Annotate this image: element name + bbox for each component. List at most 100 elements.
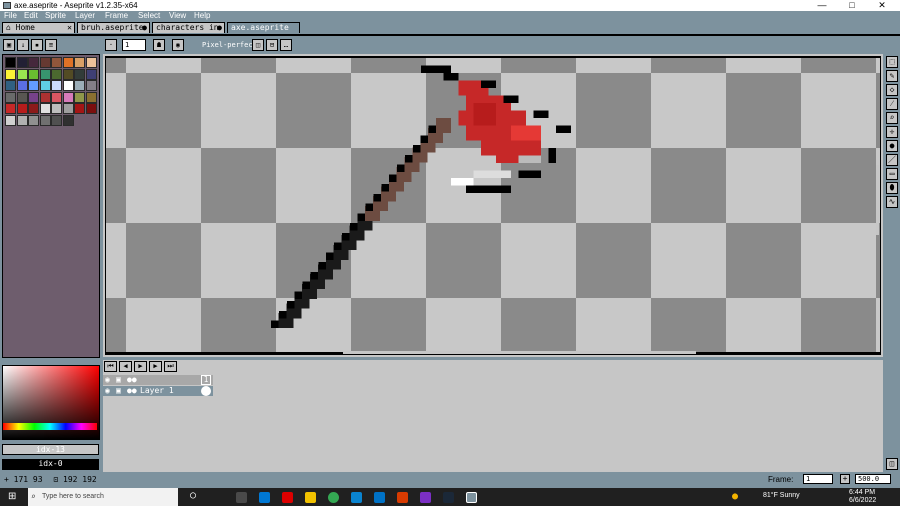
play-icon[interactable]: ▶ xyxy=(134,361,147,372)
menu-file[interactable]: File xyxy=(4,11,17,21)
palette-swatch[interactable] xyxy=(74,68,85,80)
menu-view[interactable]: View xyxy=(169,11,186,21)
palette-swatch[interactable] xyxy=(51,57,62,68)
opacity-icon[interactable]: ◉ xyxy=(172,39,184,51)
palette-swatch[interactable] xyxy=(28,68,39,80)
menu-help[interactable]: Help xyxy=(194,11,210,21)
palette-swatch[interactable] xyxy=(5,114,16,126)
menu-edit[interactable]: Edit xyxy=(24,11,38,21)
weather-text[interactable]: 81°F Sunny xyxy=(763,492,800,499)
tab-characters[interactable]: characters in s ● xyxy=(152,22,225,33)
palette-swatch[interactable] xyxy=(85,91,97,103)
next-frame-icon[interactable]: ▶ xyxy=(149,361,162,372)
layer-name[interactable]: Layer 1 xyxy=(140,386,174,396)
search-input[interactable]: Type here to search xyxy=(42,493,104,500)
tab-modified-icon[interactable]: ● xyxy=(142,23,147,33)
brush-size-input[interactable]: 1 xyxy=(122,39,146,51)
palette-swatch[interactable] xyxy=(62,80,74,91)
palette-swatch[interactable] xyxy=(74,57,85,68)
palette-swatch[interactable] xyxy=(51,91,62,103)
palette-options-icon[interactable]: ≡ xyxy=(45,39,57,51)
steam-icon[interactable] xyxy=(443,492,454,503)
windows-start-icon[interactable]: ⊞ xyxy=(8,491,16,502)
continuous-icon[interactable]: ●● xyxy=(127,386,137,396)
office-icon[interactable] xyxy=(397,492,408,503)
menu-sprite[interactable]: Sprite xyxy=(45,11,66,21)
palette-swatch[interactable] xyxy=(28,103,39,114)
palette-swatch[interactable] xyxy=(5,103,16,114)
pencil-tool-icon[interactable]: ✎ xyxy=(886,70,898,82)
palette-swatch[interactable] xyxy=(28,114,39,126)
palette-swatch[interactable] xyxy=(28,80,39,91)
layer-row[interactable]: ◉ ▣ ●● Layer 1 xyxy=(103,386,213,396)
foreground-color-button[interactable]: idx-13 xyxy=(2,444,99,455)
more-options-icon[interactable]: … xyxy=(280,39,292,51)
palette-swatch[interactable] xyxy=(39,57,51,68)
vertical-scrollbar[interactable] xyxy=(876,165,879,235)
aseprite-taskbar-icon[interactable] xyxy=(466,492,477,503)
ink-type-icon[interactable]: ☗ xyxy=(153,39,165,51)
palette-swatch[interactable] xyxy=(39,68,51,80)
palette-swatch[interactable] xyxy=(16,80,28,91)
brush-type-icon[interactable]: · xyxy=(105,39,117,51)
onion-skin-icon[interactable]: ●● xyxy=(127,375,137,385)
clock-time[interactable]: 6:44 PM xyxy=(849,489,875,496)
palette-swatch[interactable] xyxy=(5,91,16,103)
contour-tool-icon[interactable]: ⬮ xyxy=(886,182,898,194)
menu-select[interactable]: Select xyxy=(138,11,160,21)
pixel-perfect-label[interactable]: Pixel-perfect xyxy=(202,41,257,49)
palette-swatch[interactable] xyxy=(5,57,16,68)
palette-swatch[interactable] xyxy=(62,68,74,80)
lock-icon[interactable]: ▣ xyxy=(116,386,121,396)
background-color-button[interactable]: idx-0 xyxy=(2,459,99,470)
blur-tool-icon[interactable]: ∿ xyxy=(886,196,898,208)
close-window-button[interactable]: ✕ xyxy=(868,0,896,11)
palette-swatch[interactable] xyxy=(39,80,51,91)
taskbar-search[interactable]: Type here to search xyxy=(28,488,178,506)
rectangle-tool-icon[interactable]: ▭ xyxy=(886,168,898,180)
palette-swatch[interactable] xyxy=(62,91,74,103)
tab-bruh[interactable]: bruh.aseprite ● xyxy=(77,22,150,33)
tab-close-icon[interactable]: ✕ xyxy=(67,23,72,33)
tab-home[interactable]: ⌂ Home ✕ xyxy=(2,22,75,33)
palette-swatch[interactable] xyxy=(39,91,51,103)
symmetry-mode-icon[interactable]: ⊟ xyxy=(266,39,278,51)
symmetry-icon[interactable]: ◫ xyxy=(252,39,264,51)
marquee-tool-icon[interactable]: ⬚ xyxy=(886,56,898,68)
sprite-canvas[interactable] xyxy=(106,58,880,352)
lock-icon[interactable]: ▣ xyxy=(3,39,15,51)
visibility-icon[interactable]: ◉ xyxy=(105,386,110,396)
chrome-icon[interactable] xyxy=(328,492,339,503)
palette-swatch[interactable] xyxy=(16,68,28,80)
eye-icon[interactable]: ◉ xyxy=(105,375,110,385)
task-view-icon[interactable] xyxy=(236,492,247,503)
move-tool-icon[interactable]: ✛ xyxy=(886,126,898,138)
palette-swatch[interactable] xyxy=(51,114,62,126)
zoom-tool-icon[interactable]: ⌕ xyxy=(886,112,898,124)
cel-link-icon[interactable]: 1 xyxy=(201,375,211,385)
palette-swatch[interactable] xyxy=(74,91,85,103)
opera-icon[interactable] xyxy=(282,492,293,503)
palette-swatch[interactable] xyxy=(16,103,28,114)
palette-swatch[interactable] xyxy=(28,91,39,103)
palette-swatch[interactable] xyxy=(16,114,28,126)
palette-swatch[interactable] xyxy=(28,57,39,68)
file-explorer-icon[interactable] xyxy=(305,492,316,503)
eraser-tool-icon[interactable]: ◇ xyxy=(886,84,898,96)
palette-swatch[interactable] xyxy=(85,103,97,114)
edge-icon[interactable] xyxy=(351,492,362,503)
last-frame-icon[interactable]: ⏭ xyxy=(164,361,177,372)
palette-swatch[interactable] xyxy=(5,68,16,80)
palette-swatch[interactable] xyxy=(39,114,51,126)
palette-swatch[interactable] xyxy=(62,103,74,114)
palette-down-icon[interactable]: ↓ xyxy=(17,39,29,51)
menu-frame[interactable]: Frame xyxy=(105,11,128,21)
tab-modified-icon[interactable]: ● xyxy=(217,23,222,33)
palette-sort-icon[interactable]: ▪ xyxy=(31,39,43,51)
fill-tool-icon[interactable]: ● xyxy=(886,140,898,152)
palette-swatch[interactable] xyxy=(85,68,97,80)
minimize-button[interactable]: — xyxy=(808,0,836,11)
cel-keyframe-icon[interactable] xyxy=(201,386,211,396)
palette-swatch[interactable] xyxy=(85,57,97,68)
zoom-input[interactable]: 500.0 xyxy=(855,474,891,484)
